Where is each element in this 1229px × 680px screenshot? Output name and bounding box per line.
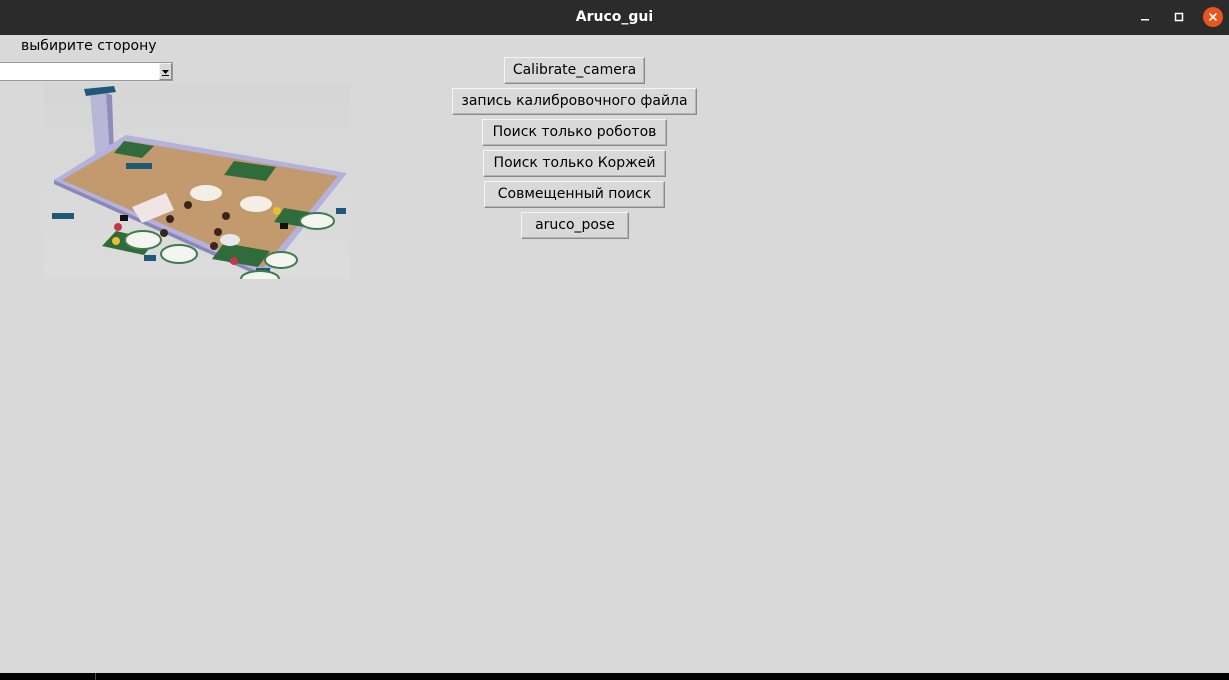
aruco-pose-button[interactable]: aruco_pose bbox=[521, 212, 629, 239]
close-button-circle bbox=[1203, 7, 1223, 27]
combined-search-button[interactable]: Совмещенный поиск bbox=[484, 181, 665, 208]
close-icon bbox=[1209, 13, 1217, 21]
window-client-area: выбирите сторону Calibrate_camera запись… bbox=[0, 35, 1229, 673]
minimize-icon bbox=[1141, 19, 1149, 21]
side-selector-combobox[interactable] bbox=[0, 62, 173, 81]
taskbar-separator bbox=[95, 673, 96, 680]
combobox-dropdown-button[interactable] bbox=[159, 63, 172, 80]
window-titlebar: Aruco_gui bbox=[0, 0, 1229, 35]
chevron-down-icon bbox=[162, 70, 169, 76]
maximize-button[interactable] bbox=[1168, 6, 1190, 28]
minimize-button[interactable] bbox=[1134, 6, 1156, 28]
window-title: Aruco_gui bbox=[575, 9, 654, 25]
taskbar-strip bbox=[0, 673, 1229, 680]
game-field-image bbox=[44, 83, 350, 279]
search-robots-button[interactable]: Поиск только роботов bbox=[482, 119, 667, 146]
close-button[interactable] bbox=[1202, 6, 1224, 28]
side-selector-label: выбирите сторону bbox=[21, 38, 157, 54]
maximize-icon bbox=[1174, 12, 1184, 22]
search-cakes-button[interactable]: Поиск только Коржей bbox=[483, 150, 666, 177]
calibrate-camera-button[interactable]: Calibrate_camera bbox=[504, 57, 645, 84]
write-calibration-file-button[interactable]: запись калибровочного файла bbox=[452, 88, 697, 115]
